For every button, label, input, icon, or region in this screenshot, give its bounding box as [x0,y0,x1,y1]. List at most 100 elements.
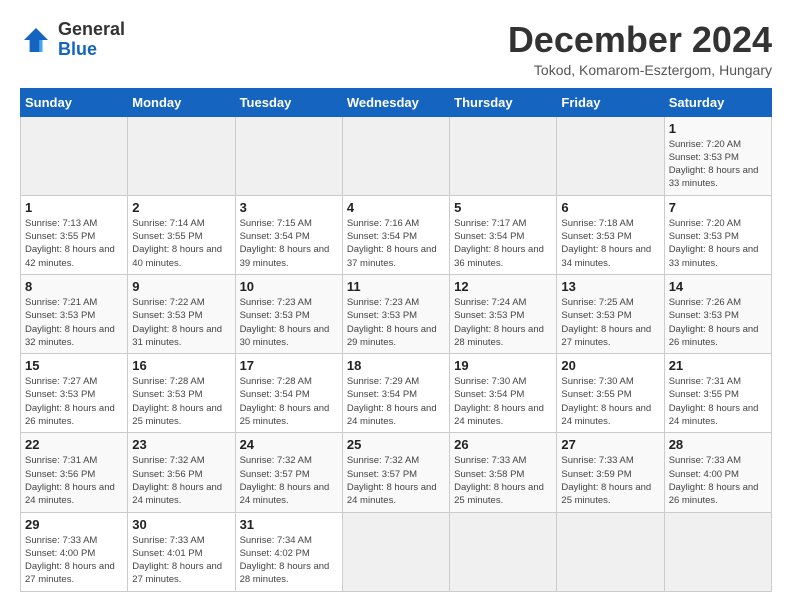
calendar-cell [21,116,128,195]
calendar-table: Sunday Monday Tuesday Wednesday Thursday… [20,88,772,592]
day-number: 31 [240,517,338,532]
day-number: 26 [454,437,552,452]
col-saturday: Saturday [664,88,771,116]
day-info: Sunrise: 7:28 AMSunset: 3:53 PMDaylight:… [132,375,230,428]
calendar-cell: 25 Sunrise: 7:32 AMSunset: 3:57 PMDayligh… [342,433,449,512]
calendar-week-1: 1 Sunrise: 7:13 AMSunset: 3:55 PMDaylight… [21,195,772,274]
logo-blue: Blue [58,40,125,60]
day-number: 4 [347,200,445,215]
calendar-cell: 16Sunrise: 7:28 AMSunset: 3:53 PMDayligh… [128,354,235,433]
calendar-cell [128,116,235,195]
day-info: Sunrise: 7:33 AMSunset: 3:59 PMDaylight:… [561,454,659,507]
col-monday: Monday [128,88,235,116]
day-info: Sunrise: 7:24 AMSunset: 3:53 PMDaylight:… [454,296,552,349]
col-thursday: Thursday [450,88,557,116]
day-number: 15 [25,358,123,373]
calendar-cell: 20Sunrise: 7:30 AMSunset: 3:55 PMDayligh… [557,354,664,433]
calendar-cell [557,116,664,195]
calendar-cell: 12Sunrise: 7:24 AMSunset: 3:53 PMDayligh… [450,274,557,353]
day-info: Sunrise: 7:18 AMSunset: 3:53 PMDaylight:… [561,217,659,270]
calendar-cell: 1 Sunrise: 7:13 AMSunset: 3:55 PMDaylight… [21,195,128,274]
day-number: 11 [347,279,445,294]
calendar-cell: 2 Sunrise: 7:14 AMSunset: 3:55 PMDaylight… [128,195,235,274]
day-info: Sunrise: 7:20 AMSunset: 3:53 PMDaylight:… [669,217,767,270]
day-info: Sunrise: 7:32 AMSunset: 3:56 PMDaylight:… [132,454,230,507]
day-number: 2 [132,200,230,215]
day-number: 1 [669,121,767,136]
day-number: 18 [347,358,445,373]
day-number: 27 [561,437,659,452]
day-info: Sunrise: 7:22 AMSunset: 3:53 PMDaylight:… [132,296,230,349]
day-info: Sunrise: 7:20 AMSunset: 3:53 PMDaylight:… [669,138,767,191]
calendar-cell: 13Sunrise: 7:25 AMSunset: 3:53 PMDayligh… [557,274,664,353]
day-info: Sunrise: 7:33 AMSunset: 4:00 PMDaylight:… [25,534,123,587]
day-info: Sunrise: 7:30 AMSunset: 3:55 PMDaylight:… [561,375,659,428]
calendar-week-2: 8 Sunrise: 7:21 AMSunset: 3:53 PMDaylight… [21,274,772,353]
day-info: Sunrise: 7:16 AMSunset: 3:54 PMDaylight:… [347,217,445,270]
calendar-cell [557,512,664,591]
day-number: 10 [240,279,338,294]
day-info: Sunrise: 7:31 AMSunset: 3:55 PMDaylight:… [669,375,767,428]
page-header: General Blue December 2024 Tokod, Komaro… [20,20,772,78]
day-info: Sunrise: 7:23 AMSunset: 3:53 PMDaylight:… [347,296,445,349]
calendar-cell: 31 Sunrise: 7:34 AMSunset: 4:02 PMDayligh… [235,512,342,591]
day-number: 8 [25,279,123,294]
calendar-cell: 24 Sunrise: 7:32 AMSunset: 3:57 PMDayligh… [235,433,342,512]
day-info: Sunrise: 7:15 AMSunset: 3:54 PMDaylight:… [240,217,338,270]
col-wednesday: Wednesday [342,88,449,116]
calendar-cell: 19Sunrise: 7:30 AMSunset: 3:54 PMDayligh… [450,354,557,433]
day-number: 30 [132,517,230,532]
calendar-cell [342,512,449,591]
day-number: 28 [669,437,767,452]
calendar-cell: 17Sunrise: 7:28 AMSunset: 3:54 PMDayligh… [235,354,342,433]
calendar-week-4: 22 Sunrise: 7:31 AMSunset: 3:56 PMDayligh… [21,433,772,512]
day-number: 9 [132,279,230,294]
calendar-cell: 30 Sunrise: 7:33 AMSunset: 4:01 PMDayligh… [128,512,235,591]
day-number: 3 [240,200,338,215]
page-container: General Blue December 2024 Tokod, Komaro… [20,20,772,592]
calendar-cell: 1 Sunrise: 7:20 AMSunset: 3:53 PMDaylight… [664,116,771,195]
calendar-cell: 5 Sunrise: 7:17 AMSunset: 3:54 PMDaylight… [450,195,557,274]
calendar-cell: 23 Sunrise: 7:32 AMSunset: 3:56 PMDayligh… [128,433,235,512]
day-info: Sunrise: 7:21 AMSunset: 3:53 PMDaylight:… [25,296,123,349]
day-info: Sunrise: 7:30 AMSunset: 3:54 PMDaylight:… [454,375,552,428]
logo-general: General [58,20,125,40]
day-number: 25 [347,437,445,452]
day-number: 22 [25,437,123,452]
day-info: Sunrise: 7:33 AMSunset: 4:00 PMDaylight:… [669,454,767,507]
day-info: Sunrise: 7:33 AMSunset: 4:01 PMDaylight:… [132,534,230,587]
day-info: Sunrise: 7:32 AMSunset: 3:57 PMDaylight:… [347,454,445,507]
day-number: 24 [240,437,338,452]
day-info: Sunrise: 7:17 AMSunset: 3:54 PMDaylight:… [454,217,552,270]
calendar-cell [235,116,342,195]
day-info: Sunrise: 7:31 AMSunset: 3:56 PMDaylight:… [25,454,123,507]
calendar-cell: 7 Sunrise: 7:20 AMSunset: 3:53 PMDaylight… [664,195,771,274]
calendar-cell: 14Sunrise: 7:26 AMSunset: 3:53 PMDayligh… [664,274,771,353]
calendar-cell: 29Sunrise: 7:33 AMSunset: 4:00 PMDayligh… [21,512,128,591]
calendar-cell: 26Sunrise: 7:33 AMSunset: 3:58 PMDayligh… [450,433,557,512]
day-info: Sunrise: 7:34 AMSunset: 4:02 PMDaylight:… [240,534,338,587]
day-info: Sunrise: 7:28 AMSunset: 3:54 PMDaylight:… [240,375,338,428]
day-number: 23 [132,437,230,452]
day-number: 7 [669,200,767,215]
calendar-cell [450,512,557,591]
day-number: 1 [25,200,123,215]
logo-text: General Blue [58,20,125,60]
calendar-week-0: 1 Sunrise: 7:20 AMSunset: 3:53 PMDaylight… [21,116,772,195]
calendar-cell: 3 Sunrise: 7:15 AMSunset: 3:54 PMDaylight… [235,195,342,274]
day-info: Sunrise: 7:27 AMSunset: 3:53 PMDaylight:… [25,375,123,428]
calendar-week-3: 15 Sunrise: 7:27 AMSunset: 3:53 PMDayligh… [21,354,772,433]
day-info: Sunrise: 7:13 AMSunset: 3:55 PMDaylight:… [25,217,123,270]
title-section: December 2024 Tokod, Komarom-Esztergom, … [508,20,772,78]
calendar-cell: 21Sunrise: 7:31 AMSunset: 3:55 PMDayligh… [664,354,771,433]
day-info: Sunrise: 7:32 AMSunset: 3:57 PMDaylight:… [240,454,338,507]
day-info: Sunrise: 7:29 AMSunset: 3:54 PMDaylight:… [347,375,445,428]
day-number: 5 [454,200,552,215]
col-sunday: Sunday [21,88,128,116]
col-tuesday: Tuesday [235,88,342,116]
calendar-cell: 18 Sunrise: 7:29 AMSunset: 3:54 PMDayligh… [342,354,449,433]
day-info: Sunrise: 7:14 AMSunset: 3:55 PMDaylight:… [132,217,230,270]
calendar-cell: 8 Sunrise: 7:21 AMSunset: 3:53 PMDaylight… [21,274,128,353]
calendar-cell: 9 Sunrise: 7:22 AMSunset: 3:53 PMDaylight… [128,274,235,353]
logo: General Blue [20,20,125,60]
